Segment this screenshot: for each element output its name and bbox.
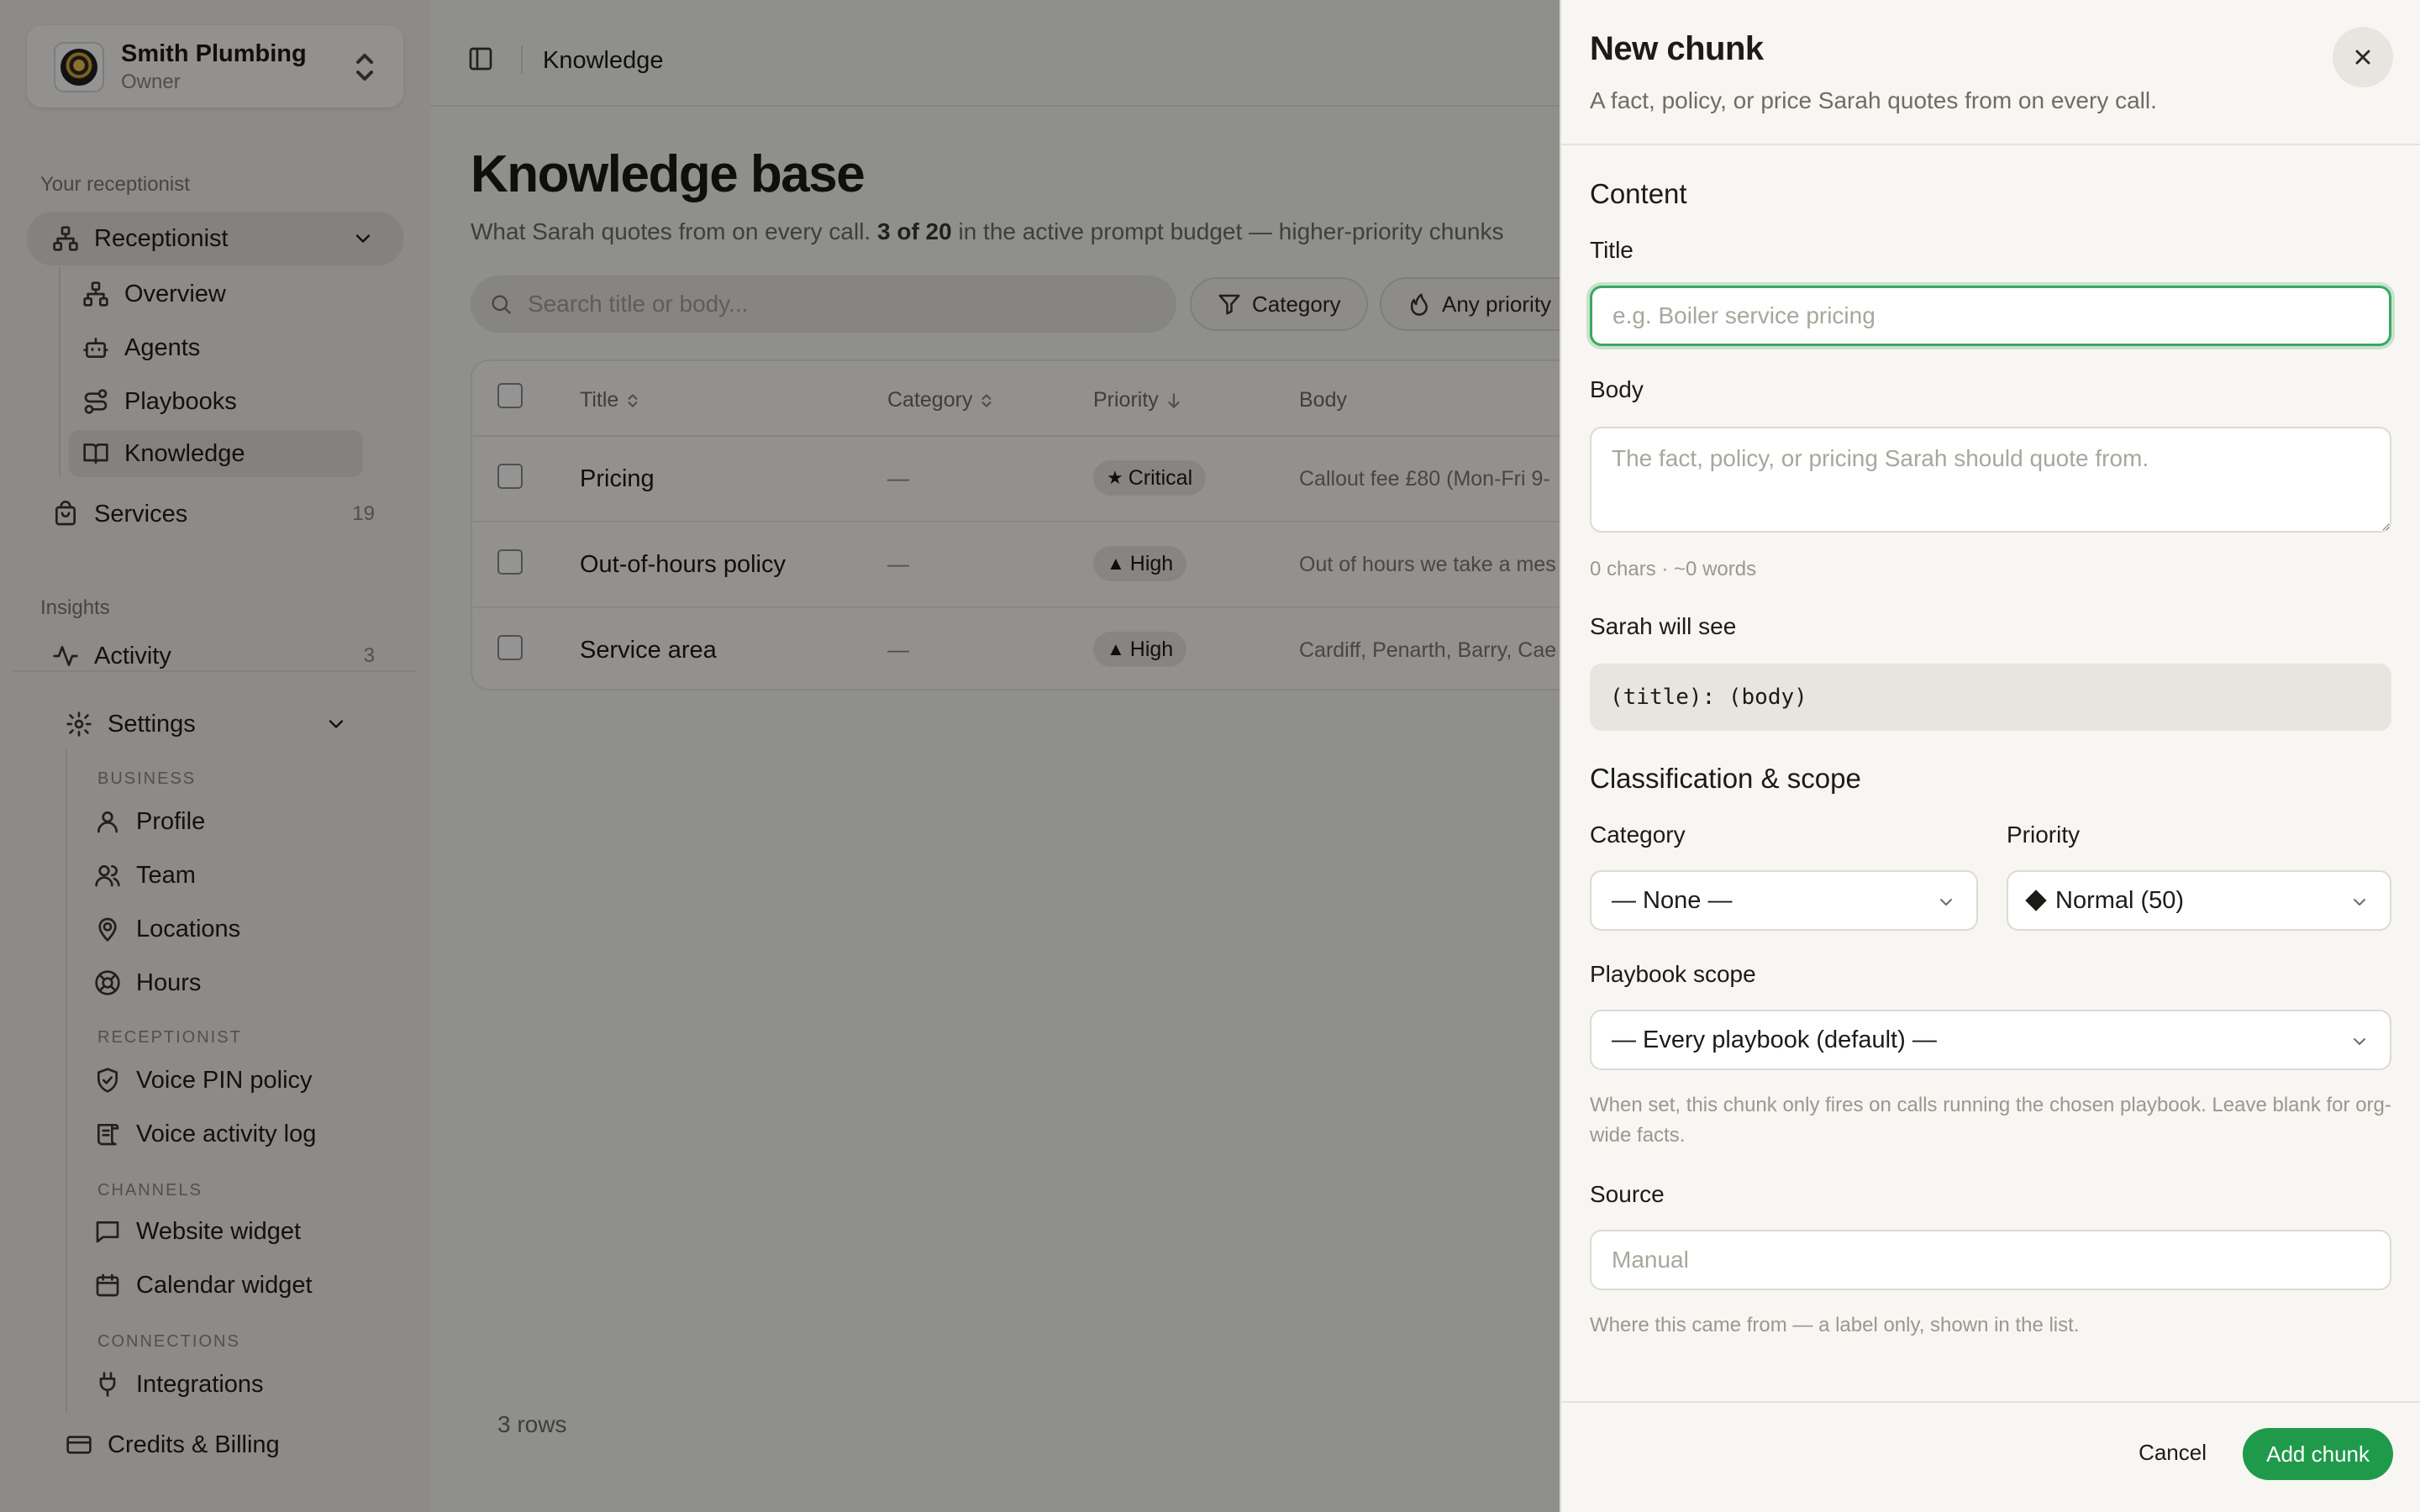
priority-label: Priority <box>2007 822 2081 848</box>
title-input[interactable] <box>1590 286 2391 346</box>
select-value: — None — <box>1612 886 1733 914</box>
category-label: Category <box>1590 822 1686 848</box>
chevron-down-icon <box>1936 892 1956 912</box>
new-chunk-drawer: New chunk A fact, policy, or price Sarah… <box>1560 0 2420 1512</box>
chevron-down-icon <box>2349 892 2370 912</box>
title-label: Title <box>1590 237 1634 263</box>
drawer-subtitle: A fact, policy, or price Sarah quotes fr… <box>1590 87 2157 113</box>
prompt-preview: (title): (body) <box>1590 664 2391 731</box>
cancel-button[interactable]: Cancel <box>2139 1440 2207 1466</box>
category-select[interactable]: — None — <box>1590 870 1978 931</box>
section-heading-content: Content <box>1590 178 1687 209</box>
source-label: Source <box>1590 1181 1665 1207</box>
close-button[interactable] <box>2333 27 2393 87</box>
playbook-scope-select[interactable]: — Every playbook (default) — <box>1590 1010 2391 1070</box>
close-icon <box>2351 45 2375 69</box>
preview-label: Sarah will see <box>1590 613 1737 639</box>
select-value: — Every playbook (default) — <box>1612 1026 1937 1053</box>
modal-overlay[interactable] <box>0 0 1560 1512</box>
priority-select[interactable]: Normal (50) <box>2007 870 2391 931</box>
section-heading-classification: Classification & scope <box>1590 763 1861 794</box>
source-hint: Where this came from — a label only, sho… <box>1590 1314 2080 1336</box>
body-stats: 0 chars · ~0 words <box>1590 558 1757 580</box>
playbook-scope-hint: When set, this chunk only fires on calls… <box>1590 1094 2391 1147</box>
drawer-header: New chunk A fact, policy, or price Sarah… <box>1561 0 2420 145</box>
body-label: Body <box>1590 376 1644 402</box>
select-value: Normal (50) <box>2055 886 2185 914</box>
drawer-title: New chunk <box>1590 30 1764 67</box>
source-input[interactable] <box>1590 1230 2391 1290</box>
drawer-footer: Cancel Add chunk <box>1561 1401 2420 1512</box>
body-textarea[interactable] <box>1590 427 2391 533</box>
diamond-icon <box>2025 890 2047 911</box>
chevron-down-icon <box>2349 1032 2370 1052</box>
add-chunk-button[interactable]: Add chunk <box>2243 1428 2393 1480</box>
playbook-scope-label: Playbook scope <box>1590 961 1756 987</box>
